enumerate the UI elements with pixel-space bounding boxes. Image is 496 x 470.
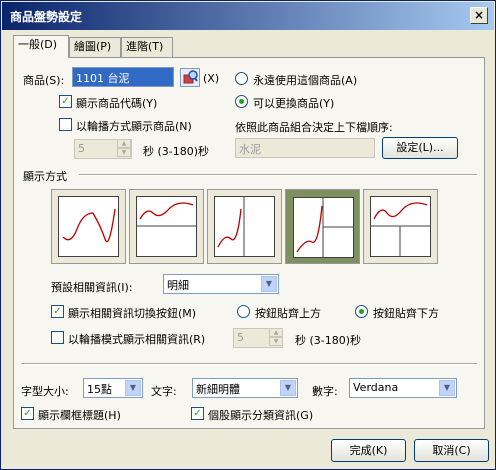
- rotate-product-checkbox[interactable]: [59, 118, 72, 131]
- default-info-value: 明細: [167, 279, 189, 292]
- category-info-checkbox[interactable]: ✓: [191, 407, 204, 420]
- group-order-label: 依照此商品組合決定上下檔順序:: [235, 121, 393, 134]
- chevron-down-icon[interactable]: ▼: [280, 380, 296, 396]
- show-switch-checkbox[interactable]: ✓: [51, 305, 64, 318]
- close-button[interactable]: ×: [470, 7, 488, 24]
- layout-left-split-right[interactable]: [285, 189, 360, 264]
- chart-top-bottom-icon: [137, 202, 196, 227]
- spin-down-icon[interactable]: ▼: [269, 337, 283, 346]
- changeable-radio[interactable]: [235, 95, 248, 108]
- text-font-value: 新細明體: [196, 383, 240, 396]
- show-code-checkbox[interactable]: ✓: [59, 95, 72, 108]
- display-section-label: 顯示方式: [23, 170, 67, 183]
- chevron-down-icon[interactable]: ▼: [439, 380, 455, 396]
- font-divider: [21, 363, 477, 365]
- rotate-product-label: 以輪播方式顯示商品(N): [76, 120, 192, 133]
- chevron-down-icon[interactable]: ▼: [125, 380, 141, 396]
- font-size-label: 字型大小:: [21, 385, 69, 398]
- rotate-info-spinner[interactable]: ▲ ▼: [269, 328, 283, 348]
- chart-left-split-right-icon: [296, 198, 353, 257]
- spin-up-icon[interactable]: ▲: [117, 139, 131, 148]
- default-info-select[interactable]: 明細 ▼: [163, 274, 279, 294]
- default-info-label: 預設相關資訊(I):: [51, 281, 133, 294]
- show-switch-label: 顯示相關資訊切換按鈕(M): [68, 307, 197, 320]
- category-info-label: 個股顯示分類資訊(G): [208, 409, 314, 422]
- title-bar[interactable]: 商品盤勢設定 ×: [2, 2, 494, 30]
- dialog-window: 商品盤勢設定 × 一般(D) 繪圖(P) 進階(T) 商品(S): 1101 台…: [0, 0, 496, 470]
- digit-font-select[interactable]: Verdana ▼: [349, 378, 457, 398]
- chart-left-right-icon: [217, 197, 245, 256]
- product-lookup-shortcut: (X): [203, 72, 220, 85]
- ok-button[interactable]: 完成(K): [331, 439, 406, 462]
- tab-advanced[interactable]: 進階(T): [121, 37, 173, 57]
- layout-left-right[interactable]: [207, 189, 282, 264]
- btn-top-label: 按鈕貼齊上方: [255, 307, 321, 320]
- changeable-label: 可以更換商品(Y): [253, 97, 335, 110]
- show-code-label: 顯示商品代碼(Y): [76, 97, 158, 110]
- rotate-seconds-suffix: 秒 (3-180)秒: [143, 145, 210, 158]
- cancel-button[interactable]: 取消(C): [414, 439, 489, 462]
- tab-general[interactable]: 一般(D): [13, 35, 69, 58]
- search-icon: [183, 70, 198, 84]
- show-frame-title-label: 顯示欄框標題(H): [38, 409, 121, 422]
- layout-single[interactable]: [51, 189, 126, 264]
- spin-down-icon[interactable]: ▼: [117, 148, 131, 157]
- settings-button[interactable]: 設定(L)...: [382, 137, 458, 159]
- digit-font-value: Verdana: [353, 381, 399, 394]
- show-frame-title-checkbox[interactable]: ✓: [21, 407, 34, 420]
- always-use-radio[interactable]: [235, 72, 248, 85]
- chart-top-split-bottom-icon: [371, 202, 430, 256]
- product-label: 商品(S):: [23, 74, 65, 87]
- btn-top-radio[interactable]: [237, 305, 250, 318]
- display-divider: [79, 174, 477, 176]
- chart-line-icon: [62, 208, 116, 243]
- layout-top-bottom[interactable]: [129, 189, 204, 264]
- spin-up-icon[interactable]: ▲: [269, 328, 283, 337]
- chevron-down-icon[interactable]: ▼: [261, 276, 277, 292]
- text-font-label: 文字:: [151, 385, 177, 398]
- always-use-label: 永遠使用這個商品(A): [253, 74, 358, 87]
- btn-bottom-radio[interactable]: [355, 305, 368, 318]
- font-size-value: 15點: [87, 383, 112, 396]
- product-input[interactable]: 1101 台泥: [72, 67, 174, 87]
- rotate-info-checkbox[interactable]: [51, 331, 64, 344]
- layout-top-split-bottom[interactable]: [363, 189, 438, 264]
- rotate-info-label: 以輪播模式顯示相關資訊(R): [68, 333, 206, 346]
- font-size-select[interactable]: 15點 ▼: [83, 378, 143, 398]
- rotate-seconds-spinner[interactable]: ▲ ▼: [117, 139, 131, 159]
- text-font-select[interactable]: 新細明體 ▼: [192, 378, 298, 398]
- rotate-info-suffix: 秒 (3-180)秒: [295, 334, 362, 347]
- group-input[interactable]: 水泥: [235, 138, 375, 158]
- tab-drawing[interactable]: 繪圖(P): [69, 37, 121, 57]
- digit-font-label: 數字:: [312, 385, 338, 398]
- btn-bottom-label: 按鈕貼齊下方: [373, 307, 439, 320]
- window-title: 商品盤勢設定: [10, 10, 83, 24]
- product-lookup-button[interactable]: [180, 68, 200, 87]
